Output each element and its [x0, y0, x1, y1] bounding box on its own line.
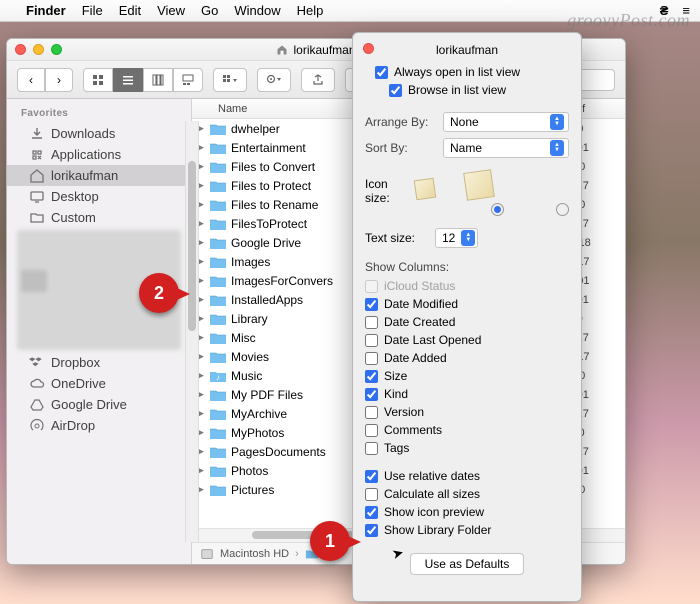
- apps-icon: [29, 147, 45, 163]
- app-name[interactable]: Finder: [26, 3, 66, 18]
- view-options-panel: lorikaufman Always open in list view Bro…: [352, 32, 582, 602]
- dropdown-arrows-icon: ▲▼: [550, 114, 564, 130]
- home-icon: [276, 44, 288, 56]
- text-size-dropdown[interactable]: 12▲▼: [435, 228, 478, 248]
- gdrive-icon: [29, 397, 45, 413]
- vertical-scrollbar[interactable]: [185, 121, 199, 542]
- watermark: groovyPost.com: [567, 10, 690, 31]
- menu-file[interactable]: File: [82, 3, 103, 18]
- view-gallery-button[interactable]: [173, 68, 203, 92]
- column-date-last-opened-checkbox[interactable]: [365, 334, 378, 347]
- chevron-right-icon: ›: [295, 548, 299, 560]
- column-version-checkbox[interactable]: [365, 406, 378, 419]
- sidebar-item-airdrop[interactable]: AirDrop: [7, 415, 191, 436]
- dropdown-arrows-icon: ▲▼: [461, 230, 475, 246]
- traffic-lights: [15, 44, 62, 55]
- panel-title: lorikaufman: [436, 43, 498, 57]
- column-date-created-checkbox[interactable]: [365, 316, 378, 329]
- column-size-checkbox[interactable]: [365, 370, 378, 383]
- close-button[interactable]: [15, 44, 26, 55]
- option-use-relative-dates-checkbox[interactable]: [365, 470, 378, 483]
- view-icon-button[interactable]: [83, 68, 113, 92]
- sidebar-item-downloads[interactable]: Downloads: [7, 123, 191, 144]
- back-button[interactable]: ‹: [17, 68, 45, 92]
- icon-size-small-preview: [414, 178, 437, 201]
- dropdown-arrows-icon: ▲▼: [550, 140, 564, 156]
- sidebar-item-applications[interactable]: Applications: [7, 144, 191, 165]
- column-icloud-status-checkbox[interactable]: [365, 280, 378, 293]
- zoom-button[interactable]: [51, 44, 62, 55]
- column-date-added-checkbox[interactable]: [365, 352, 378, 365]
- sidebar-item-dropbox[interactable]: Dropbox: [7, 352, 191, 373]
- share-button[interactable]: [301, 68, 335, 92]
- callout-1: 1: [307, 518, 353, 564]
- callout-2: 2: [136, 270, 182, 316]
- disk-icon: [200, 547, 214, 561]
- icon-size-small-radio[interactable]: [491, 203, 504, 216]
- sidebar-item-onedrive[interactable]: OneDrive: [7, 373, 191, 394]
- sidebar: Favorites DownloadsApplicationslorikaufm…: [7, 99, 192, 564]
- folder-icon: [29, 210, 45, 226]
- view-mode-segment: [83, 68, 203, 92]
- use-as-defaults-button[interactable]: Use as Defaults: [410, 553, 525, 575]
- sidebar-item-desktop[interactable]: Desktop: [7, 186, 191, 207]
- sort-by-label: Sort By:: [365, 141, 435, 155]
- column-tags-checkbox[interactable]: [365, 442, 378, 455]
- sidebar-item-lorikaufman[interactable]: lorikaufman: [7, 165, 191, 186]
- download-icon: [29, 126, 45, 142]
- nav-buttons: ‹ ›: [17, 68, 73, 92]
- path-disk[interactable]: Macintosh HD: [220, 548, 289, 560]
- option-show-icon-preview-checkbox[interactable]: [365, 506, 378, 519]
- browse-checkbox[interactable]: [389, 84, 402, 97]
- icon-size-large-radio[interactable]: [556, 203, 569, 216]
- cloud-icon: [29, 376, 45, 392]
- dropbox-icon: [29, 355, 45, 371]
- arrange-by-dropdown[interactable]: None▲▼: [443, 112, 569, 132]
- view-list-button[interactable]: [113, 68, 143, 92]
- desktop-icon: [29, 189, 45, 205]
- menu-go[interactable]: Go: [201, 3, 218, 18]
- icon-size-label: Icon size:: [365, 171, 415, 205]
- action-dropdown-button[interactable]: [257, 68, 291, 92]
- svg-text:♪: ♪: [216, 373, 220, 382]
- option-calculate-all-sizes-checkbox[interactable]: [365, 488, 378, 501]
- icon-size-large-preview: [463, 169, 495, 201]
- view-column-button[interactable]: [143, 68, 173, 92]
- window-title: lorikaufman: [293, 43, 355, 57]
- sidebar-item-google-drive[interactable]: Google Drive: [7, 394, 191, 415]
- always-open-label: Always open in list view: [394, 65, 520, 79]
- sort-by-dropdown[interactable]: Name▲▼: [443, 138, 569, 158]
- arrange-by-label: Arrange By:: [365, 115, 435, 129]
- always-open-checkbox[interactable]: [375, 66, 388, 79]
- column-kind-checkbox[interactable]: [365, 388, 378, 401]
- forward-button[interactable]: ›: [45, 68, 73, 92]
- menu-view[interactable]: View: [157, 3, 185, 18]
- menu-help[interactable]: Help: [297, 3, 324, 18]
- sidebar-item-custom[interactable]: Custom: [7, 207, 191, 228]
- text-size-label: Text size:: [365, 231, 425, 245]
- menu-edit[interactable]: Edit: [119, 3, 141, 18]
- column-date-modified-checkbox[interactable]: [365, 298, 378, 311]
- show-columns-label: Show Columns:: [365, 260, 569, 274]
- arrange-dropdown-button[interactable]: [213, 68, 247, 92]
- airdrop-icon: [29, 418, 45, 434]
- browse-label: Browse in list view: [408, 83, 506, 97]
- home-icon: [29, 168, 45, 184]
- column-comments-checkbox[interactable]: [365, 424, 378, 437]
- menu-window[interactable]: Window: [234, 3, 280, 18]
- sidebar-heading: Favorites: [7, 105, 191, 123]
- panel-close-button[interactable]: [363, 43, 374, 54]
- minimize-button[interactable]: [33, 44, 44, 55]
